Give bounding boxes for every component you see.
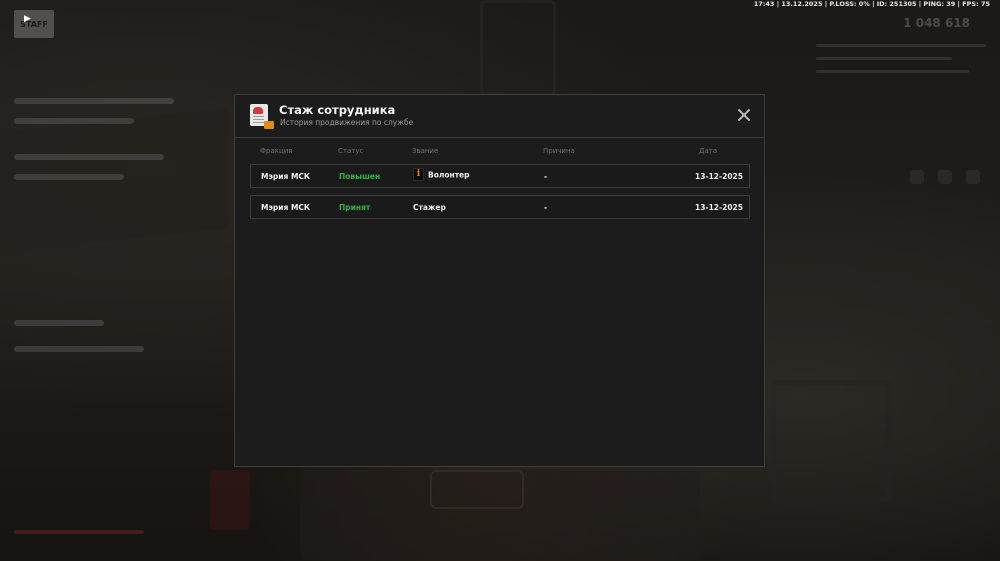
- hud-stats: 17:43 | 13.12.2025 | P.LOSS: 0% | ID: 25…: [753, 0, 990, 8]
- hud-icon: [938, 170, 952, 184]
- column-header-date: Дата: [699, 147, 718, 155]
- play-icon: ▶: [24, 14, 31, 24]
- hud-icon: [910, 170, 924, 184]
- hud-line: [14, 346, 144, 352]
- hud-line: [14, 118, 134, 124]
- column-header-rank: Звание: [412, 147, 439, 155]
- bg-shape-wheel: [770, 380, 892, 502]
- left-hud-header: STAFF: [14, 10, 214, 38]
- cell-faction: Мэрия МСК: [261, 203, 311, 212]
- cell-rank-label: Волонтер: [428, 170, 470, 180]
- column-header-reason: Причина: [543, 147, 575, 155]
- cell-date: 13-12-2025: [695, 172, 743, 181]
- document-phone-icon: [250, 104, 274, 129]
- table-header: Фракция Статус Звание Причина Дата: [250, 147, 750, 161]
- cell-date: 13-12-2025: [695, 203, 743, 212]
- cell-reason: -: [544, 203, 548, 212]
- left-hud-panel: STAFF: [14, 10, 214, 550]
- modal-subtitle: История продвижения по службе: [280, 118, 414, 127]
- health-bar: [14, 530, 144, 534]
- cell-status: Принят: [339, 203, 371, 212]
- bg-shape-frame: [480, 0, 556, 96]
- modal-header: Стаж сотрудника История продвижения по с…: [235, 95, 764, 138]
- cell-reason: -: [544, 172, 548, 181]
- close-icon[interactable]: [736, 107, 752, 123]
- hud-money: 1 048 618: [903, 16, 970, 30]
- hud-icon: [966, 170, 980, 184]
- hud-line: [14, 154, 164, 160]
- bg-shape-box: [430, 470, 524, 509]
- cell-faction: Мэрия МСК: [261, 172, 311, 181]
- cell-status: Повышен: [339, 172, 381, 181]
- table-row: Мэрия МСК Принят Стажер - 13-12-2025: [250, 195, 750, 219]
- cell-rank: Стажер: [413, 203, 446, 212]
- table-row: Мэрия МСК Повышен i Волонтер - 13-12-2025: [250, 164, 750, 188]
- info-icon: i: [413, 168, 424, 181]
- modal-title: Стаж сотрудника: [279, 103, 396, 117]
- column-header-faction: Фракция: [260, 147, 293, 155]
- cell-rank: i Волонтер: [413, 168, 470, 181]
- employee-seniority-modal: Стаж сотрудника История продвижения по с…: [234, 94, 765, 467]
- hud-bars: [816, 34, 986, 94]
- hud-line: [14, 320, 104, 326]
- history-table: Фракция Статус Звание Причина Дата Мэрия…: [250, 147, 750, 219]
- bg-shape-red: [210, 470, 250, 530]
- hud-line: [14, 174, 124, 180]
- hud-line: [14, 98, 174, 104]
- server-logo: STAFF: [14, 10, 54, 38]
- column-header-status: Статус: [338, 147, 364, 155]
- hud-icons: [910, 170, 980, 184]
